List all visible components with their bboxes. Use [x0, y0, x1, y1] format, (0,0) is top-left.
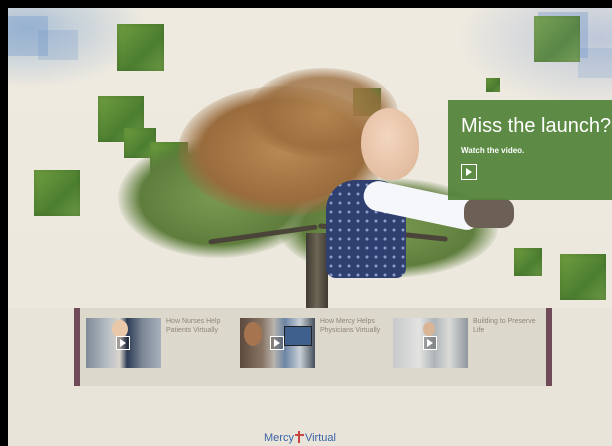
- logo-text-virtual: Virtual: [304, 432, 336, 444]
- leaf-tile: [34, 170, 80, 216]
- promo-title: Miss the launch?: [461, 115, 612, 137]
- leaf-tile: [560, 254, 606, 300]
- hero-illustration: Miss the launch? Watch the video.: [8, 8, 612, 308]
- promo-subtitle[interactable]: Watch the video.: [461, 146, 524, 155]
- girl-hand: [464, 198, 514, 228]
- video-thumbnail[interactable]: [240, 318, 315, 368]
- video-item-nurses[interactable]: How Nurses Help Patients Virtually: [86, 318, 236, 370]
- leaf-tile: [514, 248, 542, 276]
- leaf-tile: [117, 24, 164, 71]
- video-item-building[interactable]: Building to Preserve Life: [393, 318, 543, 370]
- video-title[interactable]: Building to Preserve Life: [473, 318, 541, 335]
- play-icon[interactable]: [423, 336, 437, 350]
- video-thumbnail[interactable]: [393, 318, 468, 368]
- launch-video-promo[interactable]: Miss the launch? Watch the video.: [448, 100, 612, 200]
- video-title[interactable]: How Mercy Helps Physicians Virtually: [320, 318, 388, 335]
- play-icon[interactable]: [461, 164, 477, 180]
- monitor-screen: [284, 326, 312, 346]
- girl-face: [361, 108, 419, 180]
- leaf-tile: [486, 78, 500, 92]
- play-icon[interactable]: [270, 336, 284, 350]
- cross-icon: [294, 431, 304, 443]
- video-title[interactable]: How Nurses Help Patients Virtually: [166, 318, 234, 335]
- blue-tile: [578, 48, 612, 78]
- video-item-physicians[interactable]: How Mercy Helps Physicians Virtually: [240, 318, 390, 370]
- blue-tile: [38, 30, 78, 60]
- leaf-tile: [534, 16, 580, 62]
- play-icon[interactable]: [116, 336, 130, 350]
- video-list: How Nurses Help Patients Virtually How M…: [74, 308, 552, 386]
- tree-trunk: [306, 233, 328, 308]
- video-thumbnail[interactable]: [86, 318, 161, 368]
- page: Miss the launch? Watch the video. How Nu…: [8, 8, 612, 446]
- logo-text-mercy: Mercy: [264, 432, 294, 444]
- physician-figure: [244, 322, 262, 346]
- mercy-virtual-logo[interactable]: Mercy Virtual: [264, 431, 336, 445]
- person-figure: [423, 322, 435, 336]
